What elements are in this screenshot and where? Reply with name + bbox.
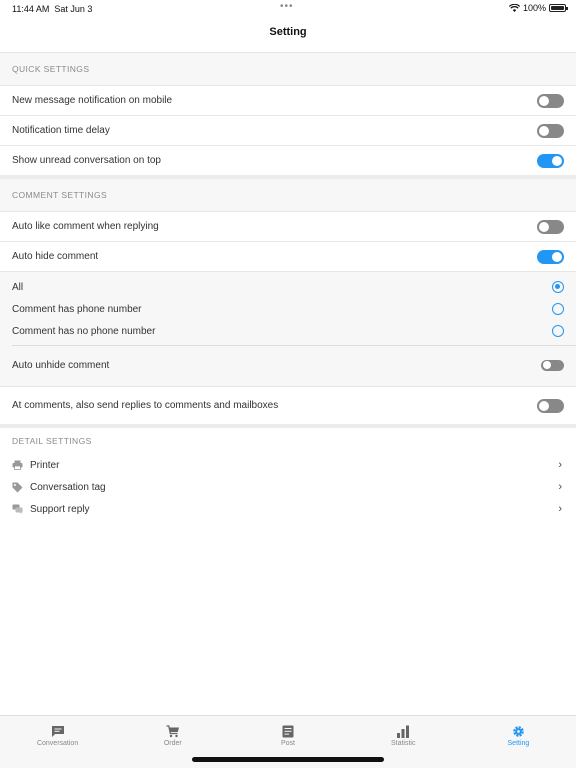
setting-row-new-message-notification: New message notification on mobile <box>0 85 576 115</box>
new-message-notification-toggle[interactable] <box>537 93 564 108</box>
detail-item-conversation-tag[interactable]: Conversation tag › <box>0 476 576 498</box>
tab-label: Statistic <box>390 740 416 747</box>
status-bar: 11:44 AM Sat Jun 3 ••• 100% <box>0 0 576 18</box>
tab-setting[interactable]: Setting <box>461 716 576 768</box>
setting-label: At comments, also send replies to commen… <box>12 400 279 411</box>
detail-item-printer[interactable]: Printer › <box>0 454 576 476</box>
send-replies-toggle[interactable] <box>537 398 564 413</box>
setting-label: Auto hide comment <box>12 251 99 262</box>
setting-row-notification-delay: Notification time delay <box>0 115 576 145</box>
setting-label: Auto like comment when replying <box>12 221 159 232</box>
auto-unhide-toggle[interactable] <box>541 359 564 371</box>
tab-label: Post <box>281 740 296 747</box>
section-header-comment-settings: COMMENT SETTINGS <box>0 179 576 211</box>
setting-row-unread-on-top: Show unread conversation on top <box>0 145 576 175</box>
radio-no-phone[interactable] <box>552 325 564 337</box>
message-icon <box>51 725 65 738</box>
chat-bubbles-icon <box>12 504 24 514</box>
auto-like-toggle[interactable] <box>537 219 564 234</box>
notification-delay-toggle[interactable] <box>537 123 564 138</box>
setting-label: Auto unhide comment <box>12 359 110 371</box>
detail-label: Printer <box>30 459 60 471</box>
tab-conversation[interactable]: Conversation <box>0 716 115 768</box>
setting-label: Show unread conversation on top <box>12 155 161 166</box>
document-icon <box>282 725 294 738</box>
tab-label: Setting <box>507 740 530 747</box>
setting-row-send-replies: At comments, also send replies to commen… <box>0 386 576 424</box>
section-header-quick-settings: QUICK SETTINGS <box>0 53 576 85</box>
home-indicator[interactable] <box>192 757 384 762</box>
radio-option-has-phone[interactable]: Comment has phone number <box>0 298 576 320</box>
chevron-right-icon: › <box>558 459 562 471</box>
section-header-detail-settings: DETAIL SETTINGS <box>0 428 576 454</box>
tab-label: Conversation <box>36 740 79 747</box>
cart-icon <box>166 725 180 738</box>
battery-icon <box>549 4 568 12</box>
radio-label: Comment has phone number <box>12 303 142 315</box>
bar-chart-icon <box>396 725 410 738</box>
gear-icon <box>512 725 525 738</box>
detail-item-support-reply[interactable]: Support reply › <box>0 498 576 520</box>
radio-option-no-phone[interactable]: Comment has no phone number <box>0 320 576 342</box>
auto-hide-toggle[interactable] <box>537 249 564 264</box>
status-time-date: 11:44 AM Sat Jun 3 <box>12 4 93 14</box>
setting-label: New message notification on mobile <box>12 95 173 106</box>
radio-option-all[interactable]: All <box>0 276 576 298</box>
setting-label: Notification time delay <box>12 125 110 136</box>
radio-all[interactable] <box>552 281 564 293</box>
multitask-dots-icon[interactable]: ••• <box>280 1 294 12</box>
wifi-icon <box>508 4 520 12</box>
tag-icon <box>12 482 24 493</box>
setting-row-auto-hide: Auto hide comment <box>0 241 576 271</box>
battery-percent: 100% <box>522 3 546 13</box>
radio-label: All <box>12 281 24 293</box>
radio-label: Comment has no phone number <box>12 325 156 337</box>
unread-on-top-toggle[interactable] <box>537 153 564 168</box>
page-title: Setting <box>269 26 307 38</box>
detail-label: Conversation tag <box>30 481 106 493</box>
tab-label: Order <box>163 740 182 747</box>
setting-row-auto-unhide: Auto unhide comment <box>0 352 576 378</box>
chevron-right-icon: › <box>558 481 562 493</box>
radio-has-phone[interactable] <box>552 303 564 315</box>
detail-label: Support reply <box>30 503 90 515</box>
printer-icon <box>12 460 24 470</box>
chevron-right-icon: › <box>558 503 562 515</box>
setting-row-auto-like: Auto like comment when replying <box>0 211 576 241</box>
